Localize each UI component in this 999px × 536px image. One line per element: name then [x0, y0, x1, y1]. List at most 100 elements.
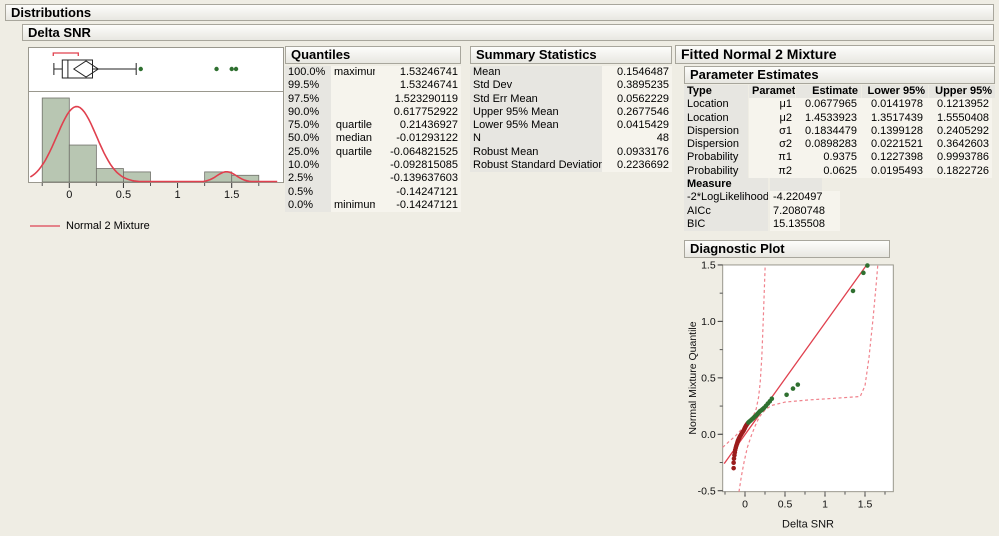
quantiles-row: 99.5%1.53246741: [285, 79, 461, 92]
measure-label-cell: -2*LogLikelihood: [684, 191, 768, 204]
summary-row: Std Dev0.3895235: [470, 79, 672, 92]
param-type-cell: Probability: [684, 165, 748, 178]
measure-value-cell: 15.135508: [770, 218, 840, 231]
quantile-name-cell: minimum: [331, 199, 375, 212]
summary-row: Mean0.1546487: [470, 66, 672, 79]
diagnostic-qq-plot[interactable]: -0.50.00.51.01.500.511.5Normal Mixture Q…: [684, 258, 916, 536]
parameter-estimates-title: Parameter Estimates: [690, 67, 819, 82]
x-tick-label: 1.5: [224, 189, 239, 201]
outline-header-quantiles[interactable]: Quantiles: [285, 46, 461, 64]
quantiles-row: 100.0%maximum1.53246741: [285, 66, 461, 79]
fit-legend: Normal 2 Mixture: [30, 220, 150, 232]
outline-header-diagnostic-plot[interactable]: Diagnostic Plot: [684, 240, 890, 258]
quantile-value-cell: 0.21436927: [375, 119, 461, 132]
param-estimate-cell: 0.1834479: [795, 125, 860, 138]
qq-point: [851, 289, 856, 294]
quantile-value-cell: -0.14247121: [375, 199, 461, 212]
y-tick-label: 0.5: [701, 372, 716, 384]
param-name-cell: σ2: [749, 138, 795, 151]
param-type-cell: Location: [684, 98, 748, 111]
measure-value-cell: -4.220497: [770, 191, 840, 204]
quantile-value-cell: 0.617752922: [375, 106, 461, 119]
summary-row: Robust Mean0.0933176: [470, 146, 672, 159]
param-type-cell: Location: [684, 112, 748, 125]
param-row: Dispersionσ20.08982830.02215210.3642603: [684, 138, 995, 151]
param-row: Probabilityπ20.06250.01954930.1822726: [684, 165, 995, 178]
quantile-pct-cell: 75.0%: [285, 119, 331, 132]
quantile-name-cell: [331, 172, 375, 185]
param-row: Locationμ21.45339231.35174391.5550408: [684, 112, 995, 125]
qq-point: [796, 382, 801, 387]
outline-header-delta-snr[interactable]: Delta SNR: [22, 24, 994, 41]
param-lower95-cell: 1.3517439: [860, 112, 926, 125]
quantile-pct-cell: 0.0%: [285, 199, 331, 212]
quantile-name-cell: maximum: [331, 66, 375, 79]
param-name-cell: π1: [749, 151, 795, 164]
quantile-value-cell: 1.53246741: [375, 66, 461, 79]
measure-label-cell: BIC: [684, 218, 768, 231]
outlier-point: [230, 67, 234, 71]
param-estimate-cell: 0.0677965: [795, 98, 860, 111]
quantile-value-cell: -0.139637603: [375, 172, 461, 185]
quantiles-row: 75.0%quartile0.21436927: [285, 119, 461, 132]
param-upper95-cell: 0.1213952: [926, 98, 992, 111]
summary-label-cell: Robust Standard Deviation: [470, 159, 602, 172]
quantile-pct-cell: 10.0%: [285, 159, 331, 172]
outline-header-distributions[interactable]: Distributions: [5, 4, 994, 21]
measure-row: -2*LogLikelihood-4.220497: [684, 191, 995, 204]
outline-header-parameter-estimates[interactable]: Parameter Estimates: [684, 66, 995, 84]
quantile-name-cell: median: [331, 132, 375, 145]
summary-row: Lower 95% Mean0.0415429: [470, 119, 672, 132]
quantile-value-cell: 1.523290119: [375, 93, 461, 106]
normal-2-mixture-line-swatch: [30, 222, 60, 230]
x-tick-label: 1: [175, 189, 181, 201]
outlier-point: [139, 67, 143, 71]
param-lower95-cell: 0.1227398: [860, 151, 926, 164]
summary-label-cell: Mean: [470, 66, 602, 79]
qq-point: [865, 263, 870, 268]
summary-label-cell: N: [470, 132, 602, 145]
summary-value-cell: 0.2236692: [602, 159, 672, 172]
legend-label: Normal 2 Mixture: [66, 220, 150, 232]
x-tick-label: 0: [66, 189, 72, 201]
param-type-cell: Dispersion: [684, 138, 748, 151]
quantile-value-cell: -0.14247121: [375, 186, 461, 199]
measure-header-blank-cell: [770, 178, 822, 191]
param-lower95-cell: 0.0195493: [860, 165, 926, 178]
quantile-value-cell: -0.092815085: [375, 159, 461, 172]
qq-point: [861, 271, 866, 276]
param-name-cell: π2: [749, 165, 795, 178]
quantiles-row: 10.0% -0.092815085: [285, 159, 461, 172]
summary-value-cell: 0.0562229: [602, 93, 672, 106]
summary-row: Robust Standard Deviation0.2236692: [470, 159, 672, 172]
measure-header-cell: Measure: [684, 178, 768, 191]
quantile-name-cell: [331, 186, 375, 199]
x-tick-label: 1: [822, 499, 828, 511]
param-header-cell: Parameter: [749, 85, 795, 98]
y-tick-label: 1.5: [701, 259, 716, 271]
outlier-point: [234, 67, 238, 71]
outlier-point: [214, 67, 218, 71]
histogram-and-boxplot-chart[interactable]: 00.511.5: [28, 47, 286, 205]
measure-label-cell: AICc: [684, 205, 768, 218]
quantile-pct-cell: 90.0%: [285, 106, 331, 119]
param-header-cell: Type: [684, 85, 748, 98]
quantile-name-cell: [331, 159, 375, 172]
quantile-pct-cell: 50.0%: [285, 132, 331, 145]
outline-header-fitted-normal-2-mixture[interactable]: Fitted Normal 2 Mixture: [675, 45, 995, 64]
summary-row: N48: [470, 132, 672, 145]
summary-value-cell: 0.0415429: [602, 119, 672, 132]
quantile-name-cell: quartile: [331, 146, 375, 159]
outline-header-summary-statistics[interactable]: Summary Statistics: [470, 46, 672, 64]
param-header-cell: Estimate: [796, 85, 861, 98]
y-tick-label: 0.0: [701, 429, 716, 441]
fitted-mixture-title: Fitted Normal 2 Mixture: [681, 46, 837, 62]
quantile-value-cell: 1.53246741: [375, 79, 461, 92]
param-name-cell: μ2: [749, 112, 795, 125]
summary-row: Upper 95% Mean0.2677546: [470, 106, 672, 119]
param-name-cell: σ1: [749, 125, 795, 138]
measure-row: BIC15.135508: [684, 218, 995, 231]
measure-row: AICc7.2080748: [684, 205, 995, 218]
quantile-pct-cell: 0.5%: [285, 186, 331, 199]
qq-point: [784, 392, 789, 397]
